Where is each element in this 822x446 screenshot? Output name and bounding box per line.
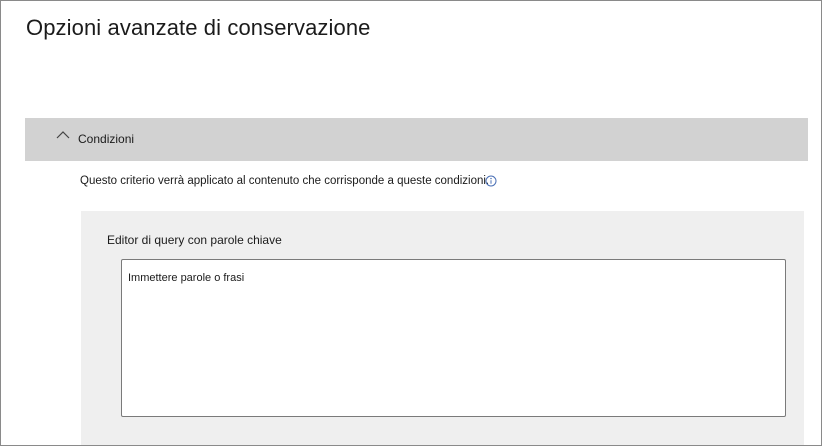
keyword-query-panel: Editor di query con parole chiave: [81, 211, 804, 445]
keyword-query-editor-label: Editor di query con parole chiave: [107, 233, 282, 247]
conditions-section-toggle[interactable]: Condizioni: [25, 118, 808, 161]
conditions-description: Questo criterio verrà applicato al conte…: [80, 175, 490, 187]
page-title: Opzioni avanzate di conservazione: [26, 15, 371, 40]
info-icon[interactable]: [485, 175, 497, 187]
chevron-up-icon: [56, 131, 70, 139]
conditions-section-label: Condizioni: [78, 132, 135, 146]
keyword-query-input[interactable]: [121, 259, 786, 417]
advanced-retention-dialog: Opzioni avanzate di conservazione Condiz…: [0, 0, 822, 446]
